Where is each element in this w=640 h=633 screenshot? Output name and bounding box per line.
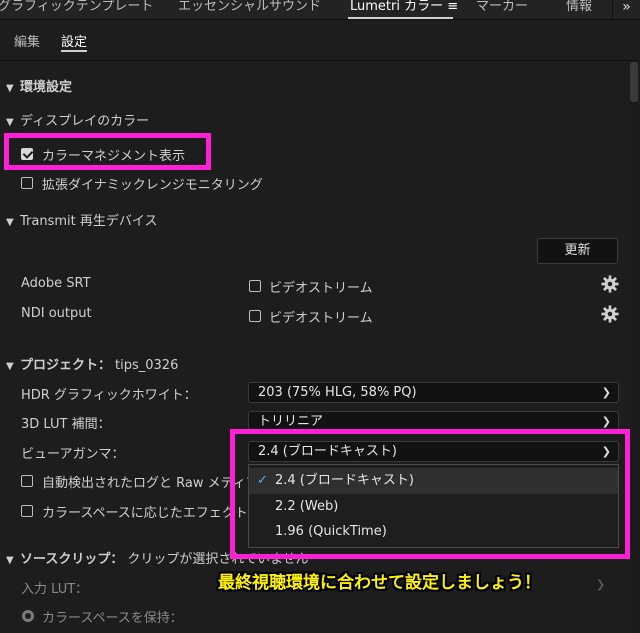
- subtab-divider: [0, 60, 640, 61]
- section-preferences-label: 環境設定: [20, 80, 73, 95]
- subtab-edit[interactable]: 編集: [14, 31, 40, 50]
- chevron-down-icon: ▼: [6, 83, 14, 94]
- chevron-down-icon: ▼: [6, 555, 14, 566]
- extended-dynamic-range-label: 拡張ダイナミックレンジモニタリング: [42, 178, 263, 193]
- update-button[interactable]: 更新: [537, 238, 618, 264]
- active-tab-underline: [348, 17, 453, 19]
- adobe-srt-video-stream-checkbox[interactable]: [249, 280, 261, 292]
- gear-icon[interactable]: [601, 275, 619, 293]
- tab-graphic-templates[interactable]: グラフィックテンプレート: [0, 0, 153, 14]
- section-transmit-label: Transmit 再生デバイス: [20, 214, 158, 229]
- tab-essential-sound[interactable]: エッセンシャルサウンド: [178, 0, 321, 14]
- lut-interpolation-value: トリリニア: [258, 414, 324, 429]
- gear-icon[interactable]: [601, 305, 619, 323]
- subtab-settings[interactable]: 設定: [61, 31, 87, 50]
- tab-info[interactable]: 情報: [566, 0, 592, 14]
- colorspace-aware-effects-checkbox[interactable]: [21, 505, 33, 517]
- viewer-gamma-label: ビューアガンマ：: [21, 447, 125, 462]
- colorspace-aware-effects-label: カラースペースに応じたエフェクト: [42, 506, 248, 521]
- section-preferences[interactable]: ▼ 環境設定: [6, 76, 72, 95]
- hdr-graphics-white-value: 203 (75% HLG, 58% PQ): [258, 385, 417, 400]
- tab-markers[interactable]: マーカー: [476, 0, 528, 14]
- device-name-adobe-srt: Adobe SRT: [21, 276, 91, 291]
- tab-lumetri-color[interactable]: Lumetri カラー ≡: [350, 0, 458, 14]
- input-lut-dropdown-icon[interactable]: ❯: [596, 578, 618, 598]
- ndi-output-video-stream-checkbox[interactable]: [249, 310, 261, 322]
- hdr-graphics-white-label: HDR グラフィックホワイト：: [21, 388, 197, 403]
- chevron-down-icon: ▼: [6, 217, 14, 228]
- adobe-srt-video-stream-label: ビデオストリーム: [269, 281, 373, 296]
- device-name-ndi-output: NDI output: [21, 306, 92, 321]
- keep-colorspace-radio[interactable]: [22, 610, 34, 622]
- scrollbar-thumb[interactable]: [630, 62, 638, 102]
- chevron-down-icon: ▼: [6, 117, 14, 128]
- project-name: tips_0326: [115, 358, 179, 373]
- highlight-viewer-gamma: [230, 429, 630, 559]
- hdr-graphics-white-select[interactable]: 203 (75% HLG, 58% PQ) ❯: [248, 382, 619, 403]
- section-project-label: プロジェクト：: [20, 358, 112, 373]
- lut-interpolation-label: 3D LUT 補間：: [21, 417, 111, 432]
- panel-tab-bar: グラフィックテンプレート エッセンシャルサウンド Lumetri カラー ≡ マ…: [0, 0, 640, 20]
- tab-overflow-icon[interactable]: »: [612, 0, 640, 19]
- active-subtab-underline: [61, 50, 87, 52]
- section-project[interactable]: ▼ プロジェクト： tips_0326: [6, 354, 178, 373]
- section-display-color[interactable]: ▼ ディスプレイのカラー: [6, 110, 149, 129]
- section-display-color-label: ディスプレイのカラー: [20, 114, 150, 129]
- highlight-color-management: [4, 133, 211, 170]
- chevron-down-icon: ❯: [601, 386, 611, 399]
- section-transmit[interactable]: ▼ Transmit 再生デバイス: [6, 210, 157, 229]
- auto-detect-log-raw-label: 自動検出されたログと Raw メディア: [42, 476, 259, 491]
- input-lut-label: 入力 LUT：: [21, 582, 89, 597]
- auto-detect-log-raw-checkbox[interactable]: [21, 475, 33, 487]
- extended-dynamic-range-checkbox[interactable]: [21, 177, 33, 189]
- chevron-down-icon: ▼: [6, 361, 14, 372]
- section-source-clip-label: ソースクリップ：: [20, 552, 124, 567]
- ndi-output-video-stream-label: ビデオストリーム: [269, 311, 373, 326]
- keep-colorspace-label: カラースペースを保持：: [42, 611, 183, 626]
- annotation-caption: 最終視聴環境に合わせて設定しましょう！: [218, 573, 541, 593]
- scrollbar-track[interactable]: [630, 62, 638, 633]
